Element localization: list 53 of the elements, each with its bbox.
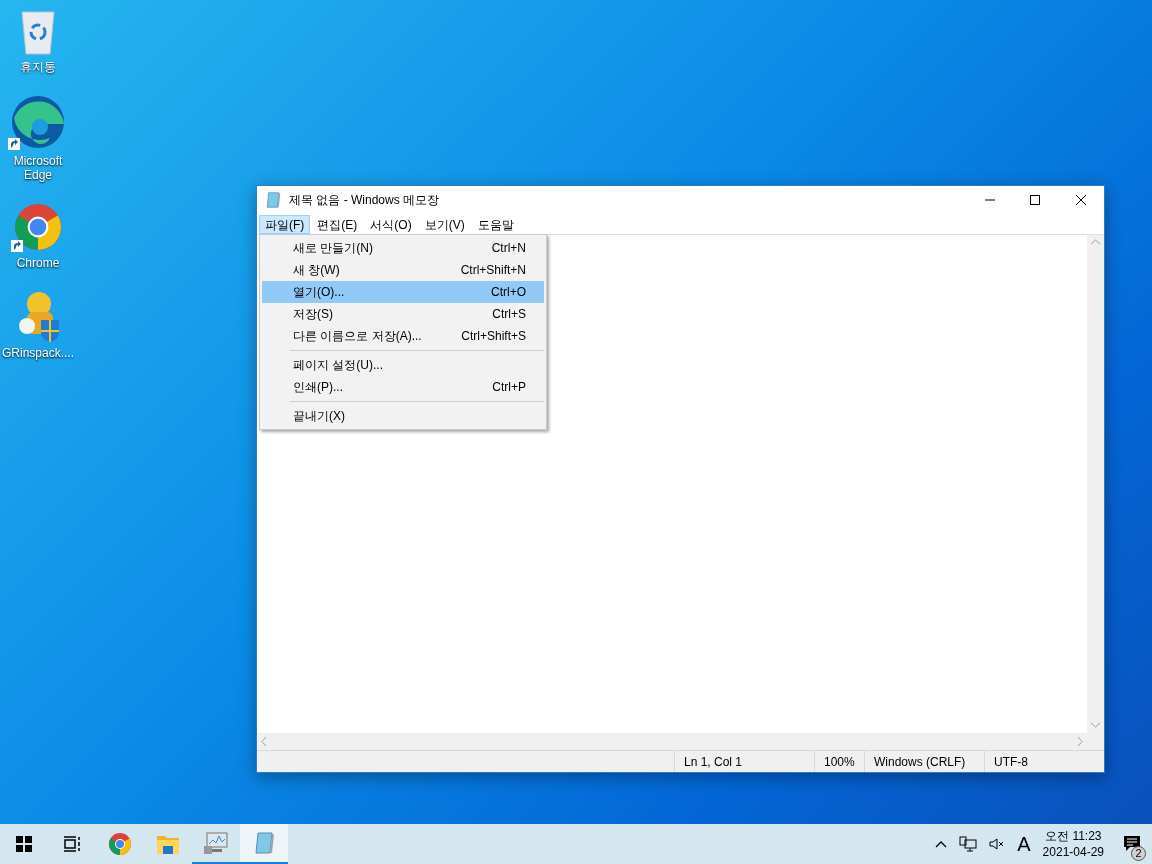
vertical-scrollbar[interactable] (1087, 235, 1104, 750)
status-field: UTF-8 (984, 751, 1104, 772)
chevron-up-icon[interactable] (935, 840, 948, 848)
menu-item[interactable]: 저장(S) Ctrl+S (262, 303, 544, 325)
shortcut-text: Ctrl+Shift+N (460, 262, 526, 279)
maximize-icon[interactable] (1030, 195, 1040, 205)
shortcut-text: Ctrl+Shift+S (461, 328, 526, 345)
monitor-chart-icon (204, 832, 228, 854)
shortcut-text: Ctrl+S (492, 306, 526, 323)
shortcut-text: Ctrl+O (491, 284, 526, 301)
notification-count: 2 (1131, 846, 1146, 861)
notepad-icon (265, 192, 281, 208)
menu-item[interactable]: 페이지 설정(U)... (262, 354, 544, 376)
windows-logo-icon (16, 836, 32, 852)
edge-icon (10, 94, 66, 150)
status-field: 100% (814, 751, 864, 772)
horizontal-scrollbar[interactable] (257, 733, 1087, 750)
menu-bar-item[interactable]: 파일(F) (259, 214, 311, 234)
scroll-down-icon[interactable] (1091, 722, 1100, 728)
notepad-icon (253, 832, 275, 854)
folder-icon (157, 834, 179, 854)
scroll-right-icon[interactable] (1077, 737, 1083, 746)
menu-bar-item[interactable]: 도움말 (471, 214, 520, 234)
menu-item[interactable]: 새로 만들기(N) Ctrl+N (262, 237, 544, 259)
status-field: Ln 1, Col 1 (674, 751, 814, 772)
shortcut-label: 휴지통 (19, 60, 57, 74)
shortcut-label: Chrome (15, 256, 61, 270)
close-icon[interactable] (1076, 195, 1086, 205)
clock[interactable]: 오전 11:23 2021-04-29 (1042, 828, 1104, 860)
menu-item[interactable]: 인쇄(P)... Ctrl+P (262, 376, 544, 398)
shortcut-text: Ctrl+N (491, 240, 526, 257)
speaker-muted-icon[interactable] (989, 837, 1006, 851)
recycle-bin-icon (18, 8, 58, 56)
task-view-icon (63, 836, 81, 852)
menu-item[interactable]: 다른 이름으로 저장(A)... Ctrl+Shift+S (262, 325, 544, 347)
window-title: 제목 없음 - Windows 메모장 (289, 192, 440, 209)
status-field: Windows (CRLF) (864, 751, 984, 772)
menu-item[interactable]: 끝내기(X) (262, 405, 544, 427)
menu-item[interactable]: 새 창(W) Ctrl+Shift+N (262, 259, 544, 281)
menu-bar-item[interactable]: 편집(E) (311, 214, 364, 234)
scroll-left-icon[interactable] (261, 737, 267, 746)
chrome-icon (13, 202, 63, 252)
notification-center-button[interactable]: 2 (1112, 824, 1152, 864)
input-method-indicator[interactable]: A (1017, 829, 1031, 859)
menu-item[interactable]: 열기(O)... Ctrl+O (262, 281, 544, 303)
network-icon[interactable] (959, 836, 978, 852)
menu-bar-item[interactable]: 서식(O) (364, 214, 418, 234)
chrome-icon (108, 832, 132, 856)
shortcut-label: Microsoft Edge (12, 154, 64, 182)
menu-bar-item[interactable]: 보기(V) (418, 214, 471, 234)
shortcut-text: Ctrl+P (492, 379, 526, 396)
scroll-up-icon[interactable] (1091, 239, 1100, 245)
shortcut-label: GRinspack.... (1, 346, 75, 360)
